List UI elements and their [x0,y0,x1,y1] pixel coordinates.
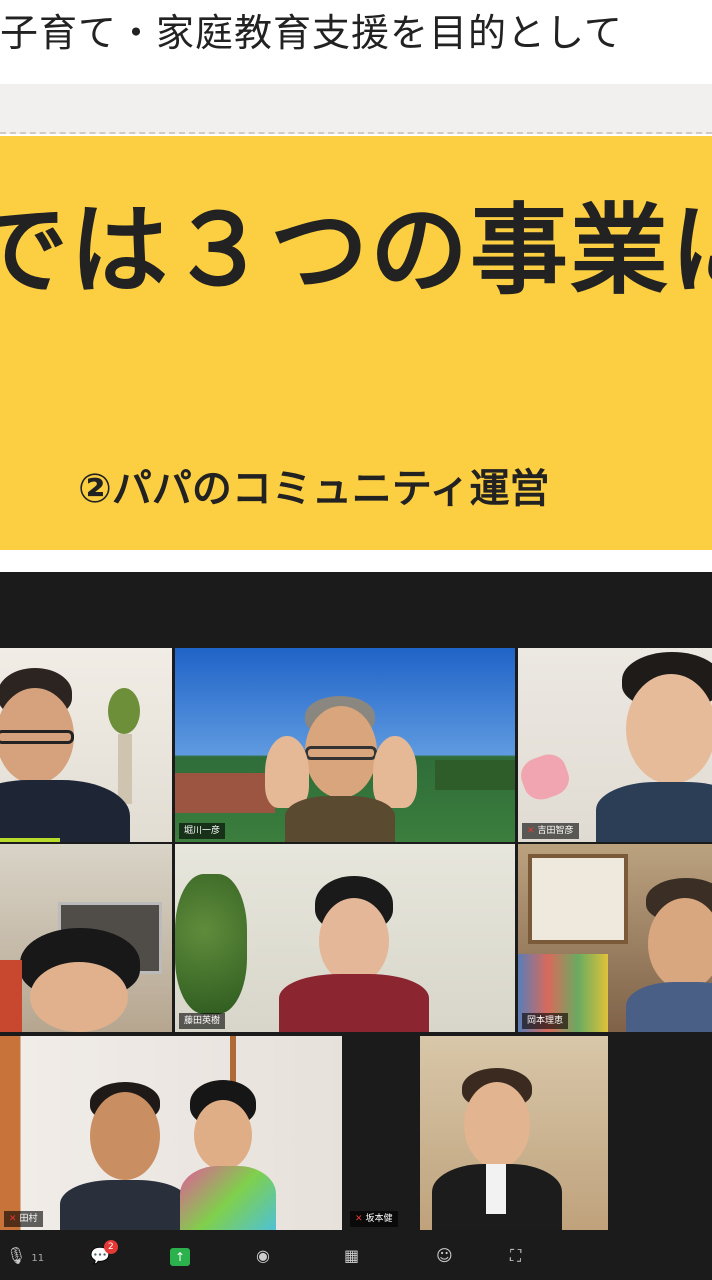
mute-button[interactable]: 🎙 11 [6,1244,44,1271]
share-screen-icon: ↑ [170,1248,190,1266]
shoji-window [528,854,628,944]
divider-band [0,84,712,134]
participant-video-4[interactable] [0,844,172,1032]
participant-video-5[interactable]: 藤田英樹 [175,844,515,1032]
meeting-toolbar: 🎙 11 💬 2 ↑ ◉ ▦ ☺ ⛶ [0,1232,712,1280]
mic-muted-icon: ✕ [355,1214,363,1224]
chat-button[interactable]: 💬 2 [90,1240,118,1268]
participant-video-1[interactable] [0,648,172,842]
participant-name-tag: ✕ 吉田智彦 [522,823,579,839]
reactions-button[interactable]: ☺ [436,1244,453,1268]
participant-name-tag: ✕ 田村 [4,1211,43,1227]
participant-video-3[interactable]: ✕ 吉田智彦 [518,648,712,842]
plant-decoration [175,874,247,1014]
mic-icon: 🎙 [6,1246,27,1265]
video-meeting-screenshot: 堀川一彦 ✕ 吉田智彦 藤田英樹 岡本理恵 ✕ 田村 ✕ 坂本健 🎙 11 💬 … [0,572,712,1280]
presentation-slide: では３つの事業に ②パパのコミュニティ運営 [0,136,712,550]
participant-name-tag: 藤田英樹 [179,1013,226,1029]
mic-muted-icon: ✕ [527,826,535,836]
building-bg [175,773,275,813]
participant-video-6[interactable]: 岡本理恵 [518,844,712,1032]
plant-decoration [108,688,140,734]
participant-video-2[interactable]: 堀川一彦 [175,648,515,842]
participant-name-tag: ✕ 坂本健 [350,1211,398,1227]
mic-muted-icon: ✕ [9,1214,17,1224]
gallery-icon: ▦ [344,1246,360,1265]
participant-video-8[interactable]: ✕ 坂本健 [346,1036,608,1230]
slide-heading: では３つの事業に [0,194,712,308]
trees-bg [435,760,515,790]
reactions-icon: ☺ [436,1246,453,1265]
gallery-view-button[interactable]: ▦ [344,1244,359,1268]
spacer [0,550,712,572]
page-intro-text: 子育て・家庭教育支援を目的として [0,0,712,84]
dashed-divider [0,132,712,134]
participant-video-7[interactable]: ✕ 田村 [0,1036,342,1230]
child-figure [0,960,22,1032]
fullscreen-button[interactable]: ⛶ [510,1244,521,1268]
record-button[interactable]: ◉ [256,1244,270,1268]
record-icon: ◉ [256,1246,270,1265]
active-speaker-bar [0,838,60,842]
fullscreen-icon: ⛶ [510,1246,522,1265]
share-screen-button[interactable]: ↑ [170,1244,190,1268]
slide-subheading: ②パパのコミュニティ運営 [78,466,550,512]
plant-stand [118,734,132,804]
chat-badge: 2 [103,1240,118,1254]
participant-name-tag: 岡本理恵 [522,1013,569,1029]
participant-name-tag: 堀川一彦 [179,823,226,839]
